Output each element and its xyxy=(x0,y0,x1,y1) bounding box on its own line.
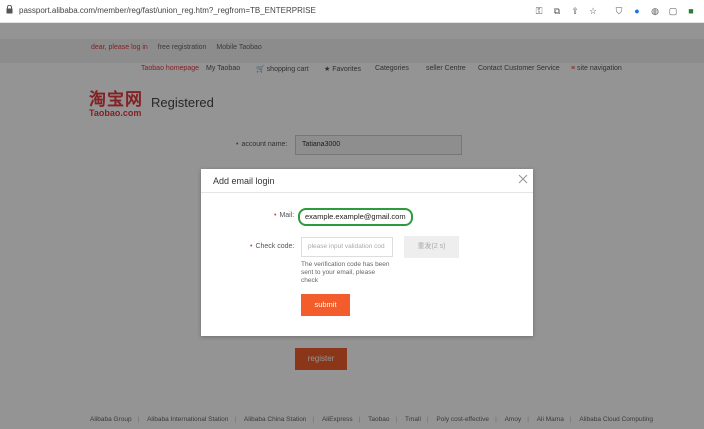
extension-icon[interactable]: ● xyxy=(632,6,642,16)
add-email-dialog: Add email login • Mail: example.example@g… xyxy=(201,169,533,336)
verification-hint: The verification code has been sent to y… xyxy=(301,261,390,284)
submit-button[interactable]: submit xyxy=(301,294,350,316)
key-icon[interactable]: ⚿ xyxy=(534,6,544,16)
mail-label: • Mail: xyxy=(274,212,295,219)
check-code-label: • Check code: xyxy=(250,243,295,250)
close-icon[interactable] xyxy=(517,173,529,185)
dialog-title: Add email login xyxy=(213,176,275,186)
browser-toolbar: passport.alibaba.com/member/reg/fast/uni… xyxy=(0,0,704,23)
star-icon[interactable]: ☆ xyxy=(588,6,598,16)
resend-code-button[interactable]: 重发(2 s) xyxy=(404,236,459,258)
extension-icon-3[interactable]: ▢ xyxy=(668,6,678,16)
address-bar[interactable]: passport.alibaba.com/member/reg/fast/uni… xyxy=(19,6,316,15)
extension-icon-4[interactable]: ■ xyxy=(686,6,696,16)
share-icon[interactable]: ⇪ xyxy=(570,6,580,16)
check-code-input[interactable]: please input validation cod xyxy=(301,237,393,257)
browser-icons: ⚿ ⧉ ⇪ ☆ ⛉ ● ◍ ▢ ■ xyxy=(534,5,696,17)
divider xyxy=(201,192,533,193)
shield-icon[interactable]: ⛉ xyxy=(614,6,624,16)
mail-input[interactable]: example.example@gmail.com xyxy=(298,208,413,226)
extension-icon-2[interactable]: ◍ xyxy=(650,6,660,16)
lock-icon[interactable] xyxy=(6,5,13,14)
translate-icon[interactable]: ⧉ xyxy=(552,6,562,16)
